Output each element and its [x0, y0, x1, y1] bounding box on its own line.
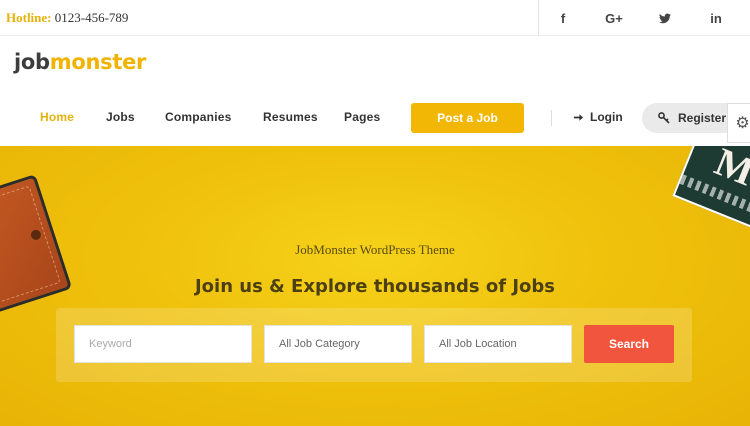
nav-item-home[interactable]: Home: [40, 110, 74, 124]
hotline-label: Hotline:: [6, 10, 52, 25]
settings-gear-icon[interactable]: ⚙: [727, 103, 750, 143]
logo-part-job: job: [14, 50, 50, 74]
twitter-icon[interactable]: [640, 0, 690, 36]
google-plus-icon[interactable]: G+: [589, 0, 639, 36]
keyword-input[interactable]: Keyword: [74, 325, 252, 363]
job-category-select[interactable]: All Job Category: [264, 325, 412, 363]
login-link[interactable]: Login: [573, 110, 623, 124]
hero-section: M JobMonster WordPress Theme Join us & E…: [0, 146, 750, 426]
post-job-button[interactable]: Post a Job: [411, 103, 524, 133]
nav-divider: [551, 110, 552, 126]
magazine-image: M: [672, 146, 750, 230]
nav-item-resumes[interactable]: Resumes: [263, 110, 318, 124]
key-icon: [658, 112, 670, 124]
search-button[interactable]: Search: [584, 325, 674, 363]
sign-in-icon: [573, 113, 584, 121]
facebook-icon[interactable]: f: [538, 0, 588, 36]
job-search-form: Keyword All Job Category All Job Locatio…: [56, 308, 692, 382]
main-nav: Home Jobs Companies Resumes Pages Post a…: [0, 98, 750, 140]
linkedin-icon[interactable]: in: [691, 0, 741, 36]
hotline: Hotline: 0123-456-789: [6, 10, 128, 26]
hero-headline: Join us & Explore thousands of Jobs: [194, 276, 556, 297]
twitter-bird-icon: [659, 12, 671, 23]
nav-item-pages[interactable]: Pages: [344, 110, 380, 124]
register-label: Register: [678, 111, 727, 125]
site-logo[interactable]: jobmonster: [14, 50, 146, 74]
nav-item-companies[interactable]: Companies: [165, 110, 231, 124]
hero-subtitle: JobMonster WordPress Theme: [295, 242, 455, 257]
top-bar: Hotline: 0123-456-789 f G+ in: [0, 0, 750, 36]
hotline-number[interactable]: 0123-456-789: [55, 10, 129, 25]
nav-item-jobs[interactable]: Jobs: [106, 110, 135, 124]
logo-part-monster: monster: [49, 50, 147, 74]
job-location-select[interactable]: All Job Location: [424, 325, 572, 363]
login-label: Login: [590, 110, 623, 124]
